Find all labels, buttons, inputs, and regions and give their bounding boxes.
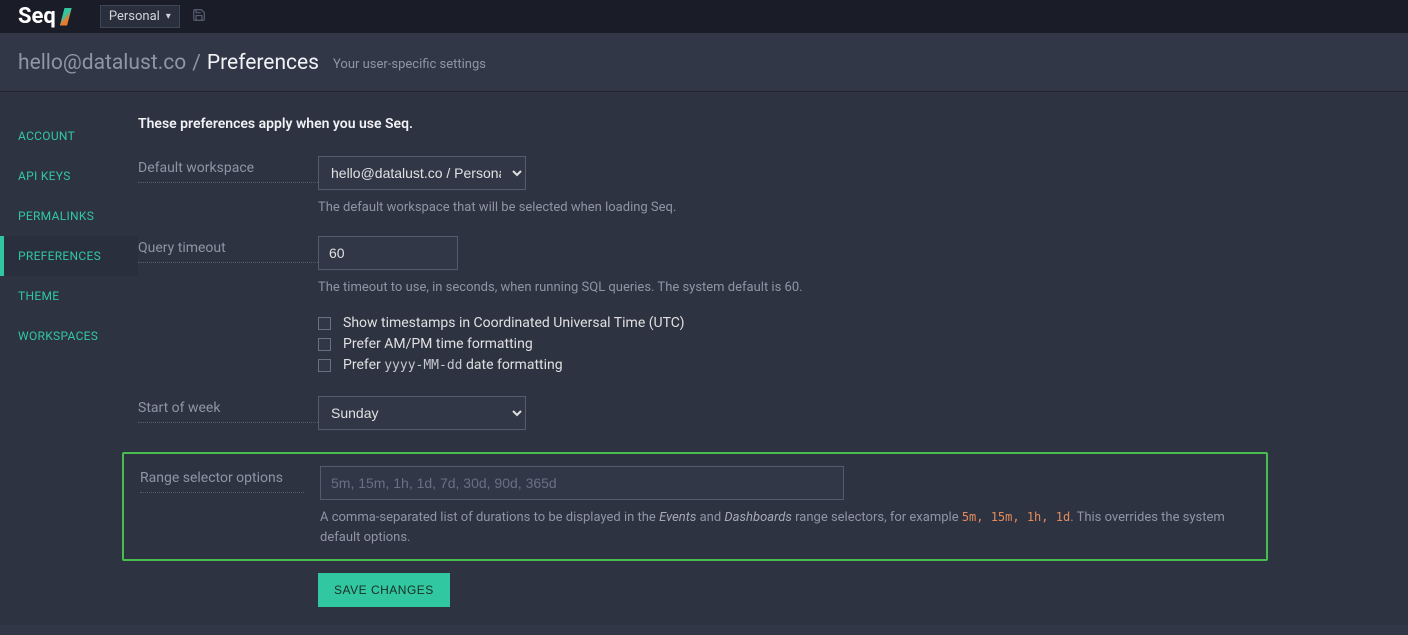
sidebar-item-workspaces[interactable]: WORKSPACES — [0, 316, 138, 356]
row-default-workspace: Default workspace hello@datalust.co / Pe… — [138, 156, 1408, 218]
sidebar-item-account[interactable]: ACCOUNT — [0, 116, 138, 156]
row-range-selector-highlight: Range selector options A comma-separated… — [122, 452, 1268, 561]
label-start-of-week: Start of week — [138, 396, 318, 423]
sidebar-item-preferences[interactable]: PREFERENCES — [0, 236, 138, 276]
workspace-dropdown[interactable]: Personal ▾ — [100, 5, 180, 28]
sidebar-item-theme[interactable]: THEME — [0, 276, 138, 316]
row-query-timeout: Query timeout The timeout to use, in sec… — [138, 236, 1408, 298]
checkbox-ampm-label: Prefer AM/PM time formatting — [343, 336, 533, 352]
checkbox-row-ampm: Prefer AM/PM time formatting — [318, 336, 1408, 352]
logo-text: Seq — [18, 4, 56, 29]
row-checkboxes: Show timestamps in Coordinated Universal… — [138, 315, 1408, 378]
start-of-week-select[interactable]: Sunday — [318, 396, 526, 430]
workspace-label: Personal — [109, 9, 160, 24]
save-changes-button[interactable]: SAVE CHANGES — [318, 573, 450, 607]
main-area: ACCOUNT API KEYS PERMALINKS PREFERENCES … — [0, 92, 1408, 625]
page-header: hello@datalust.co / Preferences Your use… — [0, 33, 1408, 92]
logo-mark-icon — [60, 8, 72, 26]
topbar: Seq Personal ▾ — [0, 0, 1408, 33]
page-subtitle: Your user-specific settings — [333, 57, 486, 72]
help-range-selector: A comma-separated list of durations to b… — [320, 508, 1252, 547]
range-selector-input[interactable] — [320, 466, 844, 500]
content-panel: These preferences apply when you use Seq… — [138, 92, 1408, 625]
checkbox-ymd[interactable] — [318, 359, 331, 372]
row-start-of-week: Start of week Sunday — [138, 396, 1408, 430]
row-save: SAVE CHANGES — [138, 573, 1408, 607]
app-logo[interactable]: Seq — [18, 4, 72, 29]
help-default-workspace: The default workspace that will be selec… — [318, 198, 1408, 218]
sidebar-item-permalinks[interactable]: PERMALINKS — [0, 196, 138, 236]
label-query-timeout: Query timeout — [138, 236, 318, 263]
intro-text: These preferences apply when you use Seq… — [138, 116, 1408, 132]
help-query-timeout: The timeout to use, in seconds, when run… — [318, 278, 1408, 298]
checkbox-ymd-label: Prefer yyyy-MM-dd date formatting — [343, 357, 563, 373]
query-timeout-input[interactable] — [318, 236, 458, 270]
checkbox-utc[interactable] — [318, 317, 331, 330]
label-range-selector: Range selector options — [140, 466, 304, 493]
save-disk-icon[interactable] — [192, 8, 206, 26]
checkbox-row-ymd: Prefer yyyy-MM-dd date formatting — [318, 357, 1408, 373]
default-workspace-select[interactable]: hello@datalust.co / Personal — [318, 156, 526, 190]
label-default-workspace: Default workspace — [138, 156, 318, 183]
breadcrumb-separator: / — [192, 51, 201, 75]
sidebar: ACCOUNT API KEYS PERMALINKS PREFERENCES … — [0, 92, 138, 625]
page-title: Preferences — [207, 51, 319, 75]
checkbox-ampm[interactable] — [318, 338, 331, 351]
breadcrumb-user: hello@datalust.co — [18, 51, 186, 75]
sidebar-item-api-keys[interactable]: API KEYS — [0, 156, 138, 196]
checkbox-utc-label: Show timestamps in Coordinated Universal… — [343, 315, 685, 331]
chevron-down-icon: ▾ — [166, 11, 171, 22]
checkbox-row-utc: Show timestamps in Coordinated Universal… — [318, 315, 1408, 331]
